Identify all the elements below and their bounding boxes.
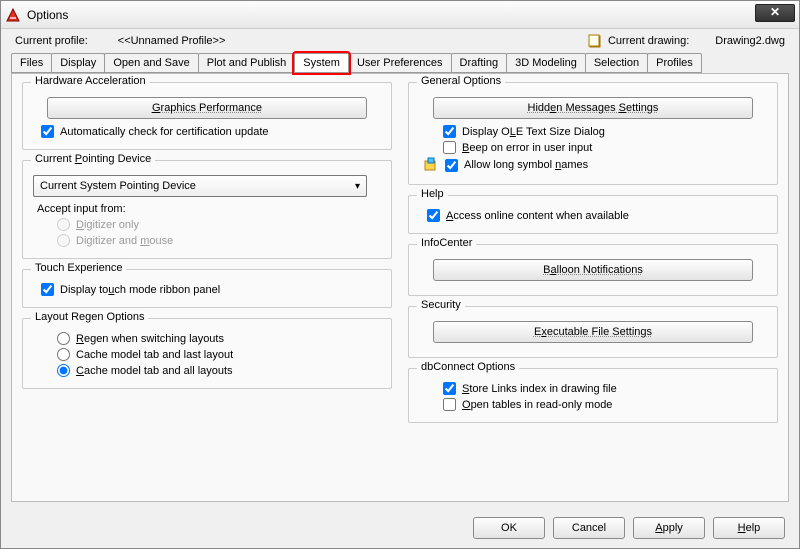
tab-open-save[interactable]: Open and Save <box>104 53 198 73</box>
auto-cert-checkbox[interactable] <box>41 125 54 138</box>
online-content-label: Access online content when available <box>446 210 629 222</box>
right-column: General Options Hidden Messages Settings… <box>408 82 778 493</box>
digitizer-only-radio <box>57 218 70 231</box>
group-hardware-acceleration: Hardware Acceleration Graphics Performan… <box>22 82 392 150</box>
graphics-performance-button[interactable]: Graphics Performance <box>47 97 367 119</box>
group-title-infocenter: InfoCenter <box>417 237 476 249</box>
ole-text-label: Display OLE Text Size Dialog <box>462 126 605 138</box>
tab-selection[interactable]: Selection <box>585 53 648 73</box>
tab-system[interactable]: System <box>294 53 349 73</box>
cache-last-radio[interactable] <box>57 348 70 361</box>
titlebar: Options ✕ <box>1 1 799 29</box>
system-panel: Hardware Acceleration Graphics Performan… <box>11 73 789 502</box>
group-pointing-device: Current Pointing Device Current System P… <box>22 160 392 259</box>
readonly-tables-checkbox[interactable] <box>443 398 456 411</box>
tab-user-preferences[interactable]: User Preferences <box>348 53 452 73</box>
touch-ribbon-label: Display touch mode ribbon panel <box>60 284 220 296</box>
tab-display[interactable]: Display <box>51 53 105 73</box>
cache-all-radio[interactable] <box>57 364 70 377</box>
current-profile-label: Current profile: <box>15 35 88 47</box>
digitizer-mouse-radio <box>57 234 70 247</box>
app-icon <box>5 7 21 23</box>
executable-settings-button[interactable]: Executable File Settings <box>433 321 753 343</box>
apply-button[interactable]: Apply <box>633 517 705 539</box>
group-title-regen: Layout Regen Options <box>31 311 148 323</box>
cache-all-label: Cache model tab and all layouts <box>76 365 233 377</box>
group-layout-regen: Layout Regen Options Regen when switchin… <box>22 318 392 389</box>
group-title-touch: Touch Experience <box>31 262 126 274</box>
options-dialog: Options ✕ Current profile: <<Unnamed Pro… <box>0 0 800 549</box>
group-touch-experience: Touch Experience Display touch mode ribb… <box>22 269 392 308</box>
tab-profiles[interactable]: Profiles <box>647 53 702 73</box>
pointing-device-combo[interactable]: Current System Pointing Device <box>33 175 367 197</box>
group-security: Security Executable File Settings <box>408 306 778 358</box>
balloon-notifications-button[interactable]: Balloon Notifications <box>433 259 753 281</box>
help-button[interactable]: Help <box>713 517 785 539</box>
group-dbconnect: dbConnect Options Store Links index in d… <box>408 368 778 423</box>
tab-3d-modeling[interactable]: 3D Modeling <box>506 53 586 73</box>
store-links-label: Store Links index in drawing file <box>462 383 617 395</box>
ok-button[interactable]: OK <box>473 517 545 539</box>
readonly-tables-label: Open tables in read-only mode <box>462 399 612 411</box>
group-title-help: Help <box>417 188 448 200</box>
window-title: Options <box>27 8 68 22</box>
tabs-row: Files Display Open and Save Plot and Pub… <box>1 53 799 73</box>
group-help: Help Access online content when availabl… <box>408 195 778 234</box>
online-content-checkbox[interactable] <box>427 209 440 222</box>
auto-cert-label: Automatically check for certification up… <box>60 126 269 138</box>
close-button[interactable]: ✕ <box>755 4 795 22</box>
group-title-general: General Options <box>417 75 505 87</box>
group-infocenter: InfoCenter Balloon Notifications <box>408 244 778 296</box>
ole-text-checkbox[interactable] <box>443 125 456 138</box>
digitizer-mouse-label: Digitizer and mouse <box>76 235 173 247</box>
regen-switch-radio[interactable] <box>57 332 70 345</box>
current-profile-value: <<Unnamed Profile>> <box>118 35 226 47</box>
digitizer-only-label: Digitizer only <box>76 219 139 231</box>
group-title-security: Security <box>417 299 465 311</box>
long-symbol-checkbox[interactable] <box>445 159 458 172</box>
dialog-footer: OK Cancel Apply Help <box>1 508 799 548</box>
group-title-pointing: Current Pointing Device <box>31 153 155 165</box>
store-links-checkbox[interactable] <box>443 382 456 395</box>
registry-icon <box>423 157 439 173</box>
regen-switch-label: Regen when switching layouts <box>76 333 224 345</box>
beep-error-checkbox[interactable] <box>443 141 456 154</box>
hidden-messages-button[interactable]: Hidden Messages Settings <box>433 97 753 119</box>
tab-plot-publish[interactable]: Plot and Publish <box>198 53 296 73</box>
group-title-dbconnect: dbConnect Options <box>417 361 519 373</box>
cache-last-label: Cache model tab and last layout <box>76 349 233 361</box>
tab-files[interactable]: Files <box>11 53 52 73</box>
left-column: Hardware Acceleration Graphics Performan… <box>22 82 392 493</box>
drawing-icon <box>588 33 604 49</box>
pointing-device-value: Current System Pointing Device <box>40 180 196 192</box>
touch-ribbon-checkbox[interactable] <box>41 283 54 296</box>
profile-row: Current profile: <<Unnamed Profile>> Cur… <box>1 29 799 51</box>
current-drawing-label: Current drawing: <box>608 35 689 47</box>
group-title-hardware: Hardware Acceleration <box>31 75 150 87</box>
beep-error-label: Beep on error in user input <box>462 142 592 154</box>
cancel-button[interactable]: Cancel <box>553 517 625 539</box>
group-general-options: General Options Hidden Messages Settings… <box>408 82 778 185</box>
tab-drafting[interactable]: Drafting <box>451 53 508 73</box>
current-drawing-value: Drawing2.dwg <box>715 35 785 47</box>
accept-input-label: Accept input from: <box>37 203 381 215</box>
long-symbol-label: Allow long symbol names <box>464 159 588 171</box>
